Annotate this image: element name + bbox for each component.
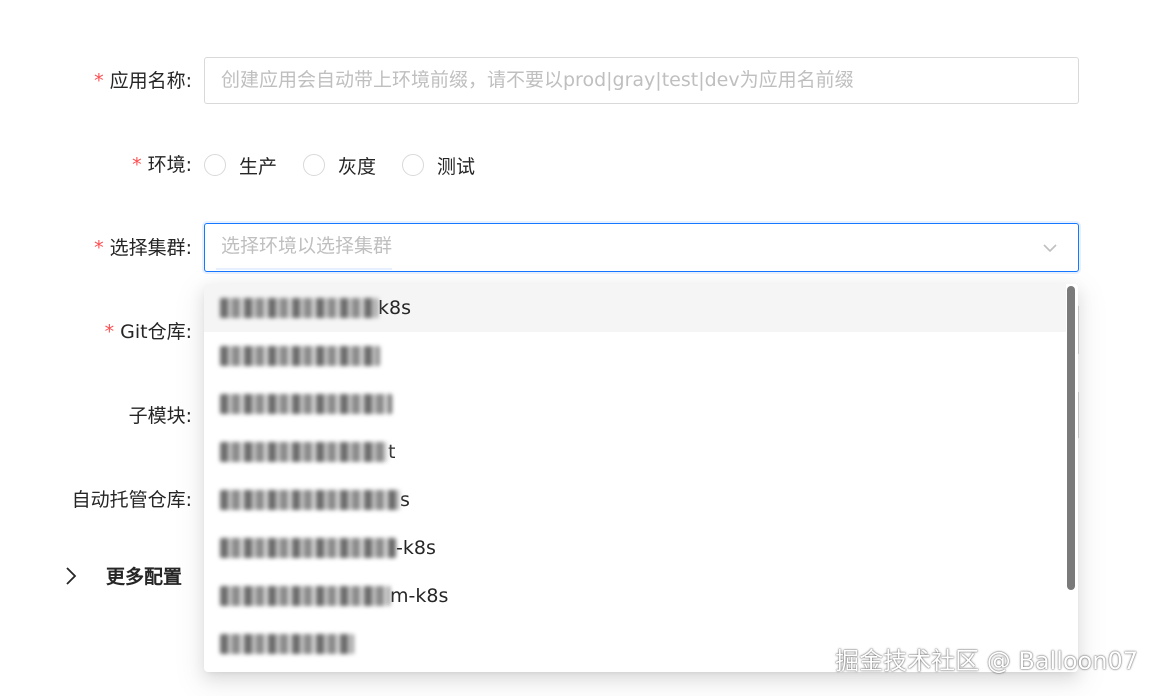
cluster-option[interactable]: s (204, 476, 1066, 524)
app-name-placeholder: 创建应用会自动带上环境前缀，请不要以prod|gray|test|dev为应用名… (221, 69, 854, 91)
env-radio-group: 生产 灰度 测试 (204, 151, 501, 179)
redacted-text (220, 634, 354, 654)
cluster-option[interactable]: m-k8s (204, 572, 1066, 620)
chevron-right-icon (66, 566, 77, 585)
radio-circle-icon (303, 154, 326, 176)
redacted-text (220, 538, 396, 558)
cluster-label: * 选择集群: (94, 237, 192, 259)
redacted-text (220, 346, 380, 366)
radio-circle-icon (204, 154, 226, 176)
cluster-option[interactable] (204, 380, 1066, 428)
cluster-option[interactable]: -k8s (204, 524, 1066, 572)
required-asterisk: * (94, 70, 104, 92)
cluster-option[interactable]: k8s (204, 284, 1066, 332)
redacted-text (220, 490, 400, 510)
submodule-label: 子模块: (128, 405, 192, 427)
auto-repo-label: 自动托管仓库: (71, 489, 192, 511)
cluster-select[interactable]: 选择环境以选择集群 (204, 223, 1079, 272)
env-radio-test[interactable]: 测试 (402, 152, 475, 179)
redacted-text (220, 394, 392, 414)
redacted-text (220, 586, 390, 606)
more-config-toggle[interactable]: 更多配置 (60, 562, 182, 589)
cluster-dropdown: k8s t s -k8s m-k8s (204, 284, 1078, 672)
cluster-placeholder: 选择环境以选择集群 (221, 235, 393, 257)
app-name-input[interactable]: 创建应用会自动带上环境前缀，请不要以prod|gray|test|dev为应用名… (204, 57, 1079, 104)
dropdown-scrollbar[interactable] (1067, 286, 1075, 590)
cluster-option[interactable] (204, 332, 1066, 380)
radio-circle-icon (402, 154, 425, 176)
env-label: * 环境: (132, 154, 192, 176)
redacted-text (220, 442, 388, 462)
watermark: 掘金技术社区 @ Balloon07 (835, 647, 1138, 675)
required-asterisk: * (104, 321, 115, 343)
cluster-option[interactable]: t (204, 428, 1066, 476)
redacted-text (220, 298, 378, 318)
app-name-label: * 应用名称: (94, 70, 192, 92)
env-radio-gray[interactable]: 灰度 (303, 152, 376, 179)
select-focus-indicator (216, 268, 392, 270)
chevron-down-icon (1043, 244, 1057, 253)
git-repo-label: * Git仓库: (104, 321, 192, 343)
required-asterisk: * (94, 237, 104, 259)
env-radio-prod[interactable]: 生产 (204, 152, 277, 179)
required-asterisk: * (132, 154, 142, 176)
